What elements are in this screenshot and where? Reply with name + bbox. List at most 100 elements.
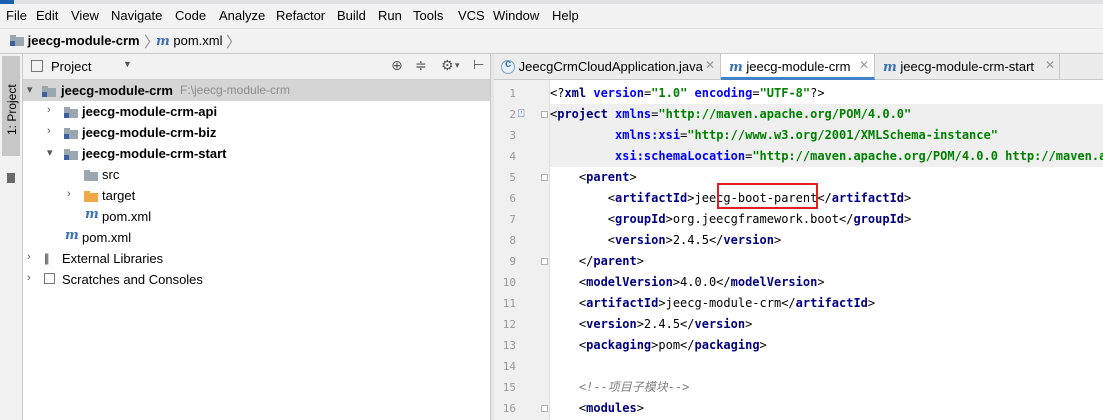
fold-marker-icon[interactable] xyxy=(541,111,548,118)
menu-refactor[interactable]: Refactor xyxy=(276,8,325,24)
gear-icon[interactable]: ⚙ xyxy=(441,57,454,74)
expand-arrow-icon[interactable]: ▾ xyxy=(27,83,33,96)
menu-view[interactable]: View xyxy=(71,8,99,24)
fold-marker-icon[interactable] xyxy=(541,405,548,412)
tree-item-scratches[interactable]: › Scratches and Consoles xyxy=(23,269,490,290)
structure-tool-icon[interactable] xyxy=(7,173,15,183)
expand-arrow-icon[interactable]: › xyxy=(47,125,51,137)
fold-marker-icon[interactable] xyxy=(541,174,548,181)
menu-tools[interactable]: Tools xyxy=(413,8,443,24)
tree-item-src[interactable]: src xyxy=(23,164,490,185)
code-token: version xyxy=(615,233,666,247)
code-line[interactable]: <modelVersion>4.0.0</modelVersion> xyxy=(550,272,1103,293)
tab-jeecg-module-crm-start[interactable]: m jeecg-module-crm-start ✕ xyxy=(875,54,1060,80)
tree-item-crm-start[interactable]: ▾ jeecg-module-crm-start xyxy=(23,143,490,164)
menu-analyze[interactable]: Analyze xyxy=(219,8,265,24)
close-icon[interactable]: ✕ xyxy=(859,58,869,72)
code-token: version xyxy=(593,86,644,100)
line-number: 7 xyxy=(509,213,516,226)
tab-label: jeecg-module-crm-start xyxy=(900,59,1035,74)
project-panel-title[interactable]: Project xyxy=(51,59,91,74)
code-line[interactable]: <modules> xyxy=(550,398,1103,419)
locate-file-icon[interactable]: ⊕ xyxy=(391,57,403,74)
code-token: packaging xyxy=(694,338,760,352)
code-line[interactable]: <!--项目子模块--> xyxy=(550,377,1103,398)
tree-item-start-pom[interactable]: m pom.xml xyxy=(23,206,490,227)
code-line[interactable]: <project xmlns="http://maven.apache.org/… xyxy=(550,104,1103,125)
module-folder-icon xyxy=(64,105,78,120)
tree-item-crm-api[interactable]: › jeecg-module-crm-api xyxy=(23,101,490,122)
tree-item-external-libraries[interactable]: › ||| External Libraries xyxy=(23,248,490,269)
menu-navigate[interactable]: Navigate xyxy=(111,8,162,24)
code-token: <!--项目子模块--> xyxy=(550,380,690,394)
java-class-icon xyxy=(501,58,515,74)
hide-panel-icon[interactable]: ⊢ xyxy=(473,57,484,73)
menu-help[interactable]: Help xyxy=(552,8,579,24)
tree-item-label: pom.xml xyxy=(102,209,152,224)
code-line[interactable]: xsi:schemaLocation="http://maven.apache.… xyxy=(550,146,1103,167)
expand-arrow-icon[interactable]: › xyxy=(27,272,31,284)
code-line[interactable] xyxy=(550,356,1103,377)
code-token: </ xyxy=(550,254,594,268)
tree-item-root-module[interactable]: ▾ jeecg-module-crm F:\jeecg-module-crm xyxy=(23,80,490,101)
code-line[interactable]: <packaging>pom</packaging> xyxy=(550,335,1103,356)
code-line[interactable]: </parent> xyxy=(550,251,1103,272)
code-token: >pom</ xyxy=(651,338,695,352)
menu-edit[interactable]: Edit xyxy=(36,8,58,24)
tree-item-label: External Libraries xyxy=(62,251,164,266)
tab-jeecg-crm-cloud-application[interactable]: JeecgCrmCloudApplication.java ✕ xyxy=(494,54,721,80)
module-folder-icon xyxy=(64,147,78,162)
project-panel-header: Project ▼ ⊕ ≑ ⚙ ▾ ⊢ xyxy=(23,54,490,80)
breadcrumb-module[interactable]: jeecg-module-crm xyxy=(10,33,140,48)
code-token: xml xyxy=(564,86,594,100)
code-line[interactable]: <?xml version="1.0" encoding="UTF-8"?> xyxy=(550,83,1103,104)
tree-item-root-pom[interactable]: m pom.xml xyxy=(23,227,490,248)
menu-vcs[interactable]: VCS xyxy=(458,8,485,24)
breadcrumb-file[interactable]: m pom.xml xyxy=(156,33,223,49)
project-tool-tab[interactable]: 1: Project xyxy=(2,56,20,156)
tree-item-crm-biz[interactable]: › jeecg-module-crm-biz xyxy=(23,122,490,143)
fold-marker-icon[interactable] xyxy=(541,258,548,265)
project-tree: ▾ jeecg-module-crm F:\jeecg-module-crm ›… xyxy=(23,80,490,420)
line-number: 3 xyxy=(509,129,516,142)
tree-item-target[interactable]: › target xyxy=(23,185,490,206)
expand-arrow-icon[interactable]: › xyxy=(47,104,51,116)
menu-window[interactable]: Window xyxy=(493,8,539,24)
code-line[interactable]: <artifactId>jeecg-boot-parent</artifactI… xyxy=(550,188,1103,209)
gear-dropdown-icon[interactable]: ▾ xyxy=(455,60,460,71)
code-token: >2.4.5</ xyxy=(636,317,695,331)
expand-arrow-icon[interactable]: › xyxy=(67,188,71,200)
code-token: artifactId xyxy=(615,191,688,205)
view-dropdown-icon[interactable]: ▼ xyxy=(123,59,132,69)
code-token: < xyxy=(550,275,587,289)
menu-run[interactable]: Run xyxy=(378,8,402,24)
code-token: xmlns xyxy=(615,107,652,121)
code-line[interactable]: <version>2.4.5</version> xyxy=(550,314,1103,335)
code-token: >jeecg-module-crm</ xyxy=(658,296,796,310)
code-editor[interactable]: <?xml version="1.0" encoding="UTF-8"?> <p… xyxy=(550,80,1103,420)
close-icon[interactable]: ✕ xyxy=(705,58,715,72)
line-number: 15 xyxy=(502,381,516,394)
code-token: "UTF-8" xyxy=(759,86,811,100)
code-line[interactable]: <artifactId>jeecg-module-crm</artifactId… xyxy=(550,293,1103,314)
code-line[interactable]: <groupId>org.jeecgframework.boot</groupI… xyxy=(550,209,1103,230)
code-token: < xyxy=(550,191,616,205)
collapse-all-icon[interactable]: ≑ xyxy=(415,57,427,74)
expand-arrow-icon[interactable]: ▾ xyxy=(47,146,53,159)
code-line[interactable]: xmlns:xsi="http://www.w3.org/2001/XMLSch… xyxy=(550,125,1103,146)
maven-icon: m xyxy=(156,34,170,49)
tree-item-path: F:\jeecg-module-crm xyxy=(180,83,291,97)
code-line[interactable]: <parent> xyxy=(550,167,1103,188)
tab-jeecg-module-crm[interactable]: m jeecg-module-crm ✕ xyxy=(721,54,875,80)
left-tool-strip: 1: Project xyxy=(0,54,23,420)
menu-file[interactable]: File xyxy=(6,8,27,24)
target-folder-icon xyxy=(84,189,98,204)
code-token: packaging xyxy=(586,338,652,352)
maven-icon: m xyxy=(729,60,743,75)
menu-build[interactable]: Build xyxy=(337,8,366,24)
expand-arrow-icon[interactable]: › xyxy=(27,251,31,263)
menu-code[interactable]: Code xyxy=(175,8,206,24)
code-line[interactable]: <version>2.4.5</version> xyxy=(550,230,1103,251)
close-icon[interactable]: ✕ xyxy=(1045,58,1055,72)
